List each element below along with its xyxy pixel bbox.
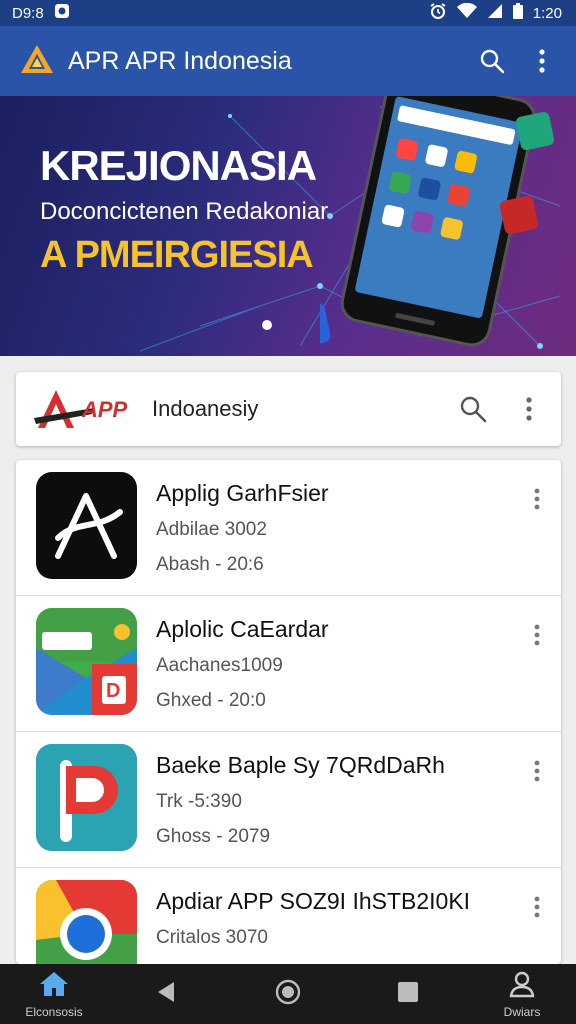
nav-home-button[interactable] (268, 964, 308, 1024)
notification-icon (54, 3, 70, 23)
nav-profile[interactable]: Dwiars (484, 964, 560, 1024)
app-meta: Ghxed - 20:0 (156, 690, 266, 711)
brand-logo: APP (34, 384, 152, 434)
app-icon (36, 880, 137, 964)
banner-subline: Doconcictenen Redakoniar (40, 198, 329, 225)
app-developer: Aachanes1009 (156, 655, 283, 676)
list-item[interactable]: D Aplolic CaEardar Aachanes1009 Ghxed - … (16, 596, 561, 732)
alarm-icon (429, 2, 447, 24)
app-name: Aplolic CaEardar (156, 616, 329, 642)
app-name: Applig GarhFsier (156, 480, 329, 506)
banner-highlight: A PMEIRGIESIA (40, 234, 314, 276)
status-clock: 1:20 (532, 4, 562, 22)
nav-home-label: Elconsosis (25, 1004, 83, 1019)
app-developer: Critalos 3070 (156, 927, 268, 948)
brand-logo-text: APP (81, 397, 128, 422)
recents-icon (397, 981, 419, 1008)
app-icon (36, 744, 137, 851)
status-bar: D9:8 1:20 (0, 0, 576, 26)
list-item[interactable]: Baeke Baple Sy 7QRdDaRh Trk -5:390 Ghoss… (16, 732, 561, 868)
more-vert-icon[interactable] (524, 43, 560, 79)
list-item[interactable]: Applig GarhFsier Adbilae 3002 Abash - 20… (16, 460, 561, 596)
nav-recents[interactable] (388, 964, 428, 1024)
more-vert-icon[interactable] (524, 892, 550, 922)
svg-text:D: D (106, 680, 120, 702)
app-bar: APR APR Indonesia (0, 26, 576, 96)
app-icon (36, 472, 137, 579)
more-vert-icon[interactable] (524, 620, 550, 650)
bottom-nav: Elconsosis Dwiars (0, 964, 576, 1024)
app-icon: D (36, 608, 137, 715)
search-card[interactable]: APP Indoanesiy (16, 372, 561, 446)
search-icon[interactable] (474, 43, 510, 79)
search-label: Indoanesiy (152, 396, 259, 421)
more-vert-icon[interactable] (524, 756, 550, 786)
phone-illustration (320, 96, 555, 349)
app-name: Baeke Baple Sy 7QRdDaRh (156, 752, 445, 778)
nav-back[interactable] (146, 964, 186, 1024)
app-developer: Adbilae 3002 (156, 519, 267, 540)
signal-icon (487, 3, 503, 23)
app-title: APR APR Indonesia (68, 46, 292, 75)
nav-profile-label: Dwiars (503, 1004, 541, 1019)
home-circle-icon (275, 979, 301, 1010)
carousel-indicator[interactable] (262, 320, 272, 330)
person-icon (508, 970, 536, 1003)
banner-headline: KREJIONASIA (40, 142, 317, 189)
list-item[interactable]: Apdiar APP SOZ9I IhSTB2I0KI Critalos 307… (16, 868, 561, 964)
nav-home[interactable]: Elconsosis (14, 964, 94, 1024)
app-meta: Abash - 20:6 (156, 554, 264, 575)
app-list: Applig GarhFsier Adbilae 3002 Abash - 20… (16, 460, 561, 964)
back-icon (156, 981, 176, 1008)
search-icon[interactable] (455, 391, 491, 427)
app-logo-icon (20, 44, 54, 79)
app-developer: Trk -5:390 (156, 791, 242, 812)
wifi-icon (456, 2, 477, 23)
home-icon (38, 970, 70, 1003)
battery-icon (512, 3, 523, 23)
app-meta: Ghoss - 2079 (156, 826, 271, 847)
app-name: Apdiar APP SOZ9I IhSTB2I0KI (156, 888, 471, 914)
more-vert-icon[interactable] (511, 391, 547, 427)
more-vert-icon[interactable] (524, 484, 550, 514)
status-time: D9:8 (12, 4, 44, 22)
promo-banner[interactable]: KREJIONASIA Doconcictenen Redakoniar A P… (0, 96, 576, 356)
